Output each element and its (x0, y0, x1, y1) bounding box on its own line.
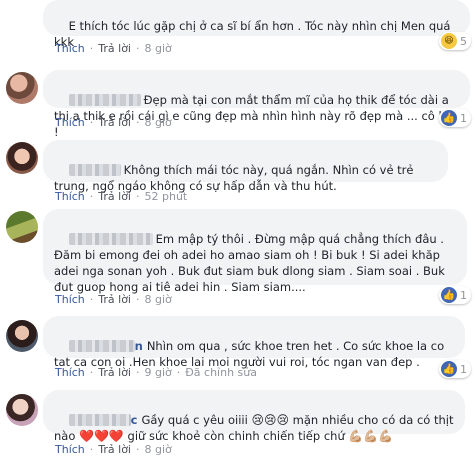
comment-bubble: Không thích mái tóc này, quá ngắn. Nhìn … (43, 140, 448, 193)
heart-emoji-icon: ❤️❤️❤️ (79, 429, 124, 443)
edited-label[interactable]: Đã chỉnh sửa (185, 366, 257, 379)
reply-link[interactable]: Trả lời (98, 42, 131, 55)
comment-actions: Thích · Trả lời · 9 giờ · Đã chỉnh sửa (55, 366, 257, 379)
commenter-name-suffix[interactable]: n (135, 339, 143, 353)
like-link[interactable]: Thích (55, 443, 85, 456)
comment-text: Gầy quá c yêu oiiii (141, 413, 248, 427)
comment-bubble: n Nhìn om qua , sức khoe tren het . Co sứ… (43, 316, 465, 369)
like-icon: 👍 (441, 110, 457, 126)
comment-text: giữ sức khoẻ còn chinh chiến tiếp chứ (127, 429, 345, 443)
comment-bubble: Em mập tý thôi . Đừng mập quá chẳng thíc… (43, 209, 467, 294)
comment-actions: Thích · Trả lời · 8 giờ (55, 293, 172, 306)
commenter-name[interactable] (68, 164, 121, 176)
like-icon: 👍 (441, 361, 457, 377)
comment-time[interactable]: 9 giờ (145, 366, 172, 379)
avatar[interactable] (6, 72, 38, 104)
comment-time[interactable]: 52 phút (145, 190, 188, 203)
crying-emoji-icon: 😢😢😢 (251, 413, 289, 427)
reply-link[interactable]: Trả lời (98, 190, 131, 203)
like-icon: 👍 (441, 287, 457, 303)
avatar[interactable] (6, 142, 38, 174)
like-link[interactable]: Thích (55, 190, 85, 203)
flexed-biceps-emoji-icon: 💪🏼💪🏼💪🏼 (348, 429, 394, 443)
comment-bubble: c Gầy quá c yêu oiiii 😢😢😢 mặn nhiều cho c… (43, 390, 465, 443)
commenter-name-suffix[interactable]: c (131, 413, 138, 427)
reaction-count: 1 (460, 288, 467, 302)
commenter-name[interactable] (68, 233, 153, 245)
like-link[interactable]: Thích (55, 366, 85, 379)
reply-link[interactable]: Trả lời (98, 443, 131, 456)
comment-actions: Thích · Trả lời · 52 phút (55, 190, 188, 203)
commenter-name[interactable] (68, 414, 131, 426)
haha-icon: 😆 (441, 33, 457, 49)
comment-bubble: E thích tóc lúc gặp chị ở ca sĩ bí ẩn hơ… (43, 0, 470, 49)
reply-link[interactable]: Trả lời (98, 116, 131, 129)
comment-actions: Thích · Trả lời · 8 giờ (55, 116, 172, 129)
comment-bubble: Đẹp mà tại con mắt thẩm mĩ của họ thik đ… (43, 70, 470, 139)
comment-time[interactable]: 8 giờ (145, 293, 172, 306)
comment-time[interactable]: 8 giờ (145, 443, 172, 456)
avatar[interactable] (6, 394, 38, 426)
like-link[interactable]: Thích (55, 116, 85, 129)
comment-actions: Thích · Trả lời · 8 giờ (55, 443, 172, 456)
comment-time[interactable]: 8 giờ (145, 116, 172, 129)
avatar[interactable] (6, 211, 38, 243)
reply-link[interactable]: Trả lời (98, 293, 131, 306)
like-link[interactable]: Thích (55, 42, 85, 55)
reaction-badge[interactable]: 👍 1 (439, 286, 471, 304)
reaction-count: 1 (460, 111, 467, 125)
avatar[interactable] (6, 320, 38, 352)
like-link[interactable]: Thích (55, 293, 85, 306)
reaction-count: 1 (460, 362, 467, 376)
commenter-name[interactable] (68, 340, 135, 352)
reaction-badge[interactable]: 👍 1 (439, 360, 471, 378)
reply-link[interactable]: Trả lời (98, 366, 131, 379)
comment-actions: Thích · Trả lời · 8 giờ (55, 42, 172, 55)
reaction-count: 5 (460, 34, 467, 48)
reaction-badge[interactable]: 😆 5 (439, 32, 471, 50)
reaction-badge[interactable]: 👍 1 (439, 109, 471, 127)
comment-time[interactable]: 8 giờ (145, 42, 172, 55)
commenter-name[interactable] (68, 94, 141, 106)
